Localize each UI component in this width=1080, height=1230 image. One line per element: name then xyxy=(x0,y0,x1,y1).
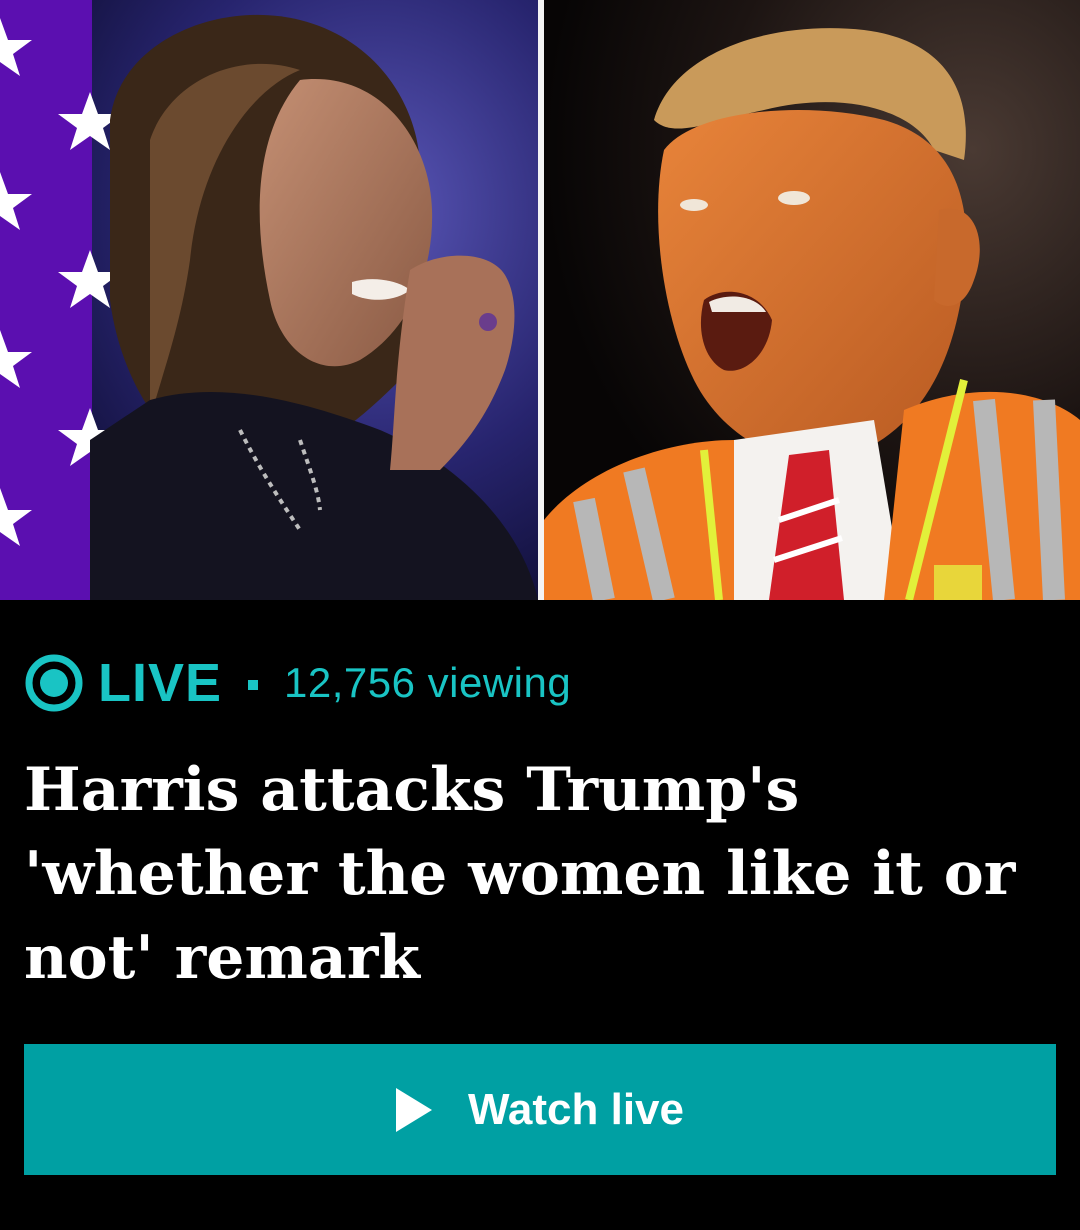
live-label: LIVE xyxy=(98,653,223,713)
viewer-count: 12,756 viewing xyxy=(284,659,572,706)
live-broadcast-icon xyxy=(25,654,83,712)
play-icon xyxy=(396,1087,432,1132)
live-indicator: LIVE 12,756 viewing xyxy=(24,650,571,716)
harris-photo xyxy=(0,0,538,600)
live-news-card[interactable]: LIVE 12,756 viewing Harris attacks Trump… xyxy=(0,0,1080,1230)
trump-photo xyxy=(544,0,1080,600)
watch-live-label: Watch live xyxy=(468,1084,684,1134)
separator-dot xyxy=(248,680,259,690)
headline[interactable]: Harris attacks Trump's 'whether the wome… xyxy=(24,748,1064,1000)
hero-image[interactable] xyxy=(0,0,1080,600)
watch-live-button[interactable]: Watch live xyxy=(24,1044,1056,1175)
